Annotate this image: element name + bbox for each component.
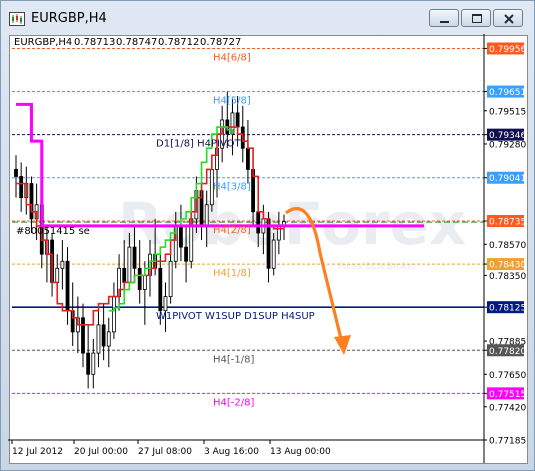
level-label: H4[3/8]: [213, 182, 251, 193]
time-tick-label: 13 Aug 00:00: [270, 447, 331, 457]
candle-body: [132, 246, 137, 269]
candle-body: [122, 267, 127, 283]
ohlc-close: 0.78727: [200, 37, 241, 48]
candle-body: [81, 317, 85, 354]
candle-body: [168, 260, 173, 297]
candle: [91, 338, 96, 389]
level-label: H4[2/8]: [213, 225, 251, 236]
candle: [86, 324, 91, 389]
price-tick-label: 0.78350: [489, 272, 526, 282]
candle-body: [60, 260, 65, 269]
price-tick-label: 0.77420: [489, 403, 526, 413]
candle: [106, 317, 111, 368]
candle: [14, 155, 18, 198]
candle-body: [256, 211, 261, 234]
price-axis: 0.799560.796510.795150.793460.792800.790…: [483, 34, 526, 463]
level-label: H4[5/8]: [213, 96, 251, 107]
time-tick-label: 20 Jul 00:00: [74, 447, 128, 457]
candle-body: [106, 331, 111, 347]
ohlc-high: 0.78747: [116, 37, 157, 48]
candle: [96, 310, 101, 368]
candle-body: [55, 267, 60, 283]
candle: [60, 240, 65, 290]
title-bar[interactable]: EURGBP,H4: [1, 1, 534, 35]
candle-body: [101, 324, 106, 347]
price-tick-label: 0.79515: [489, 107, 526, 117]
candle: [81, 303, 85, 368]
candle: [246, 119, 250, 184]
candle-body: [127, 246, 132, 283]
candle: [19, 162, 24, 212]
ohlc-low: 0.78712: [158, 37, 199, 48]
time-tick-label: 3 Aug 16:00: [204, 447, 259, 457]
candle-body: [14, 169, 18, 177]
level-label: D1[1/8] H4PIVOT: [156, 139, 242, 150]
candle-body: [235, 112, 240, 128]
candle-body: [86, 352, 91, 375]
window-title: EURGBP,H4: [31, 11, 107, 26]
price-tick-label: 0.77650: [489, 371, 526, 381]
chart-window-icon: [9, 11, 25, 26]
price-tag-label: 0.78430: [489, 261, 526, 271]
time-axis: 12 Jul 2012 20 Jul 00:00 27 Jul 08:00 3 Aug…: [8, 439, 484, 457]
level-label: H4[-1/8]: [213, 354, 254, 365]
candle-body: [65, 260, 70, 312]
forecast-arrow-head: [334, 334, 351, 355]
level-label: W1PIVOT W1SUP D1SUP H4SUP: [156, 311, 315, 322]
candle-body: [29, 183, 34, 220]
minimize-button[interactable]: [429, 9, 459, 27]
price-tag-label: 0.78735: [489, 217, 526, 227]
candle-body: [204, 204, 209, 227]
candle-body: [142, 274, 147, 290]
candle-body: [137, 267, 142, 290]
ohlc-open: 0.78713: [74, 37, 115, 48]
candle: [117, 254, 121, 311]
candle-body: [163, 296, 168, 312]
close-button[interactable]: [493, 9, 523, 27]
price-tag-label: 0.77515: [489, 390, 526, 400]
price-chart[interactable]: RoboForex Forex ECN Broker H4[6/8]H4[5/8…: [8, 34, 527, 463]
time-tick-label: 27 Jul 08:00: [138, 447, 192, 457]
candle: [168, 254, 173, 304]
candle-body: [112, 296, 116, 333]
watermark-subtitle: Forex ECN Broker: [338, 262, 417, 272]
price-tag-label: 0.79956: [489, 45, 526, 55]
maximize-button[interactable]: [461, 9, 491, 27]
candle-body: [96, 324, 101, 354]
candle: [65, 247, 70, 325]
ohlc-symbol: EURGBP,H4: [14, 37, 72, 48]
time-tick-label: 12 Jul 2012: [12, 447, 63, 457]
level-label: H4[1/8]: [213, 268, 251, 279]
candle-body: [158, 267, 163, 312]
candle: [101, 303, 106, 361]
candle-body: [246, 147, 250, 170]
candle-body: [179, 225, 183, 248]
candle-body: [91, 352, 96, 375]
price-tag-label: 0.77820: [489, 347, 526, 357]
candle-body: [184, 246, 188, 262]
price-tick-label: 0.77185: [489, 437, 526, 447]
candle: [163, 282, 168, 332]
level-label: H4[-2/8]: [213, 397, 254, 408]
candle-body: [19, 176, 24, 199]
trade-marker-label: #80051415 se: [16, 226, 90, 237]
price-tag-label: 0.79651: [489, 88, 526, 98]
price-tag-label: 0.78125: [489, 304, 526, 314]
close-icon: [504, 14, 514, 24]
level-label: H4[6/8]: [213, 52, 251, 63]
price-tick-label: 0.79280: [489, 140, 526, 150]
price-tick-label: 0.78570: [489, 241, 526, 251]
minimize-icon: [440, 21, 449, 23]
maximize-icon: [472, 14, 482, 23]
candle-body: [271, 239, 276, 269]
price-tag-label: 0.79041: [489, 174, 526, 184]
